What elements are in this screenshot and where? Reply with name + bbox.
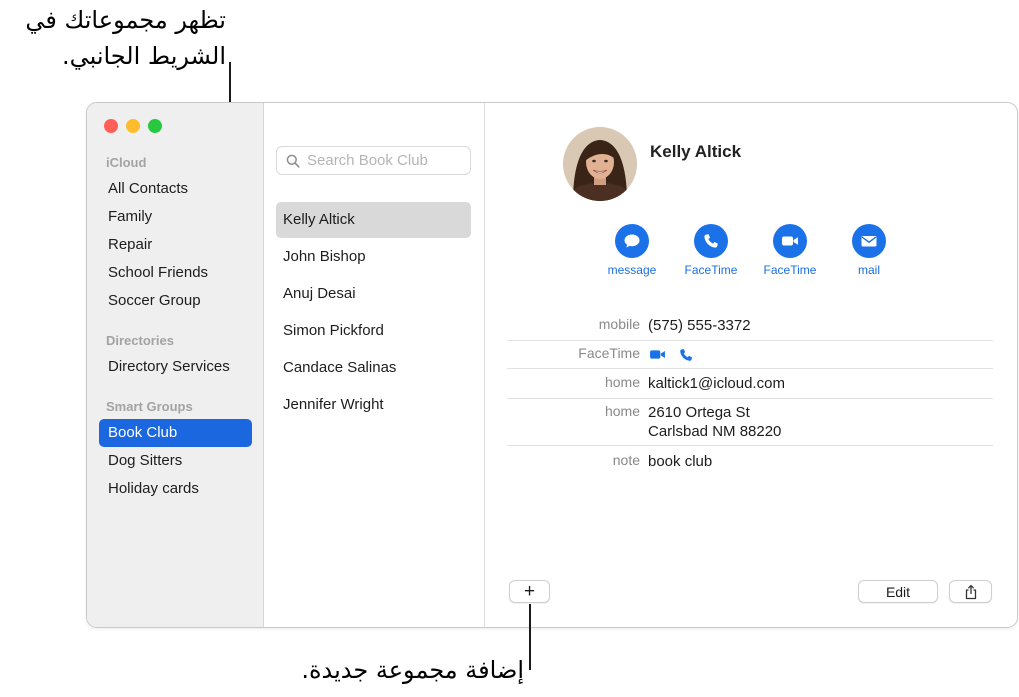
- avatar: [563, 127, 637, 201]
- video-camera-icon: [782, 236, 798, 246]
- add-group-button[interactable]: +: [509, 580, 550, 603]
- window-controls: [104, 119, 162, 133]
- field-row-note: note book club: [507, 452, 993, 476]
- contact-item-simon-pickford[interactable]: Simon Pickford: [276, 313, 471, 349]
- facetime-audio-action-button[interactable]: FaceTime: [666, 224, 756, 277]
- sidebar-item-directory-services[interactable]: Directory Services: [99, 353, 252, 381]
- message-bubble-icon: [624, 234, 640, 248]
- contact-name: Kelly Altick: [650, 142, 742, 161]
- address-line-2: Carlsbad NM 88220: [648, 423, 782, 440]
- mail-action-label: mail: [857, 263, 880, 277]
- sidebar-section-icloud: iCloud: [106, 155, 147, 170]
- contact-item-john-bishop[interactable]: John Bishop: [276, 239, 471, 275]
- magnifying-glass-icon: [286, 154, 300, 168]
- close-window-button[interactable]: [104, 119, 118, 133]
- field-value-mobile[interactable]: (575) 555-3372: [648, 316, 751, 335]
- contact-item-jennifer-wright[interactable]: Jennifer Wright: [276, 387, 471, 423]
- contact-item-anuj-desai[interactable]: Anuj Desai: [276, 276, 471, 312]
- envelope-icon: [861, 236, 877, 247]
- callout-leader-line: [529, 604, 531, 670]
- share-icon: [965, 584, 976, 599]
- field-label-mobile: mobile: [598, 316, 640, 332]
- mail-action-button[interactable]: mail: [824, 224, 914, 277]
- sidebar-item-book-club[interactable]: Book Club: [99, 419, 252, 447]
- search-field[interactable]: [276, 146, 471, 175]
- video-camera-icon[interactable]: [648, 348, 667, 361]
- sidebar-item-school-friends[interactable]: School Friends: [99, 259, 252, 287]
- field-label-note: note: [612, 452, 640, 468]
- contact-detail-pane: Kelly Altick message FaceTime FaceTime m…: [485, 103, 1017, 627]
- edit-button[interactable]: Edit: [858, 580, 938, 603]
- facetime-video-action-label: FaceTime: [763, 263, 817, 277]
- facetime-video-action-button[interactable]: FaceTime: [745, 224, 835, 277]
- sidebar-section-smart-groups: Smart Groups: [106, 399, 193, 414]
- message-action-button[interactable]: message: [587, 224, 677, 277]
- sidebar-item-dog-sitters[interactable]: Dog Sitters: [99, 447, 252, 475]
- field-label-email: home: [604, 374, 640, 390]
- sidebar-item-repair[interactable]: Repair: [99, 231, 252, 259]
- facetime-audio-action-label: FaceTime: [684, 263, 738, 277]
- field-row-address: home 2610 Ortega St Carlsbad NM 88220: [507, 403, 993, 446]
- contact-item-candace-salinas[interactable]: Candace Salinas: [276, 350, 471, 386]
- sidebar-item-family[interactable]: Family: [99, 203, 252, 231]
- field-row-mobile: mobile (575) 555-3372: [507, 316, 993, 341]
- contact-list-pane: Kelly Altick John Bishop Anuj Desai Simo…: [264, 103, 485, 627]
- search-input[interactable]: [307, 147, 467, 174]
- contacts-window: iCloud All Contacts Family Repair School…: [86, 102, 1018, 628]
- phone-icon[interactable]: [679, 348, 693, 362]
- zoom-window-button[interactable]: [148, 119, 162, 133]
- message-action-label: message: [607, 263, 657, 277]
- sidebar-item-soccer-group[interactable]: Soccer Group: [99, 287, 252, 315]
- field-row-facetime: FaceTime: [507, 345, 993, 369]
- phone-icon: [704, 234, 718, 248]
- contact-item-kelly-altick[interactable]: Kelly Altick: [276, 202, 471, 238]
- field-row-email: home kaltick1@icloud.com: [507, 374, 993, 399]
- sidebar-section-directories: Directories: [106, 333, 174, 348]
- field-value-note[interactable]: book club: [648, 452, 712, 471]
- sidebar-item-holiday-cards[interactable]: Holiday cards: [99, 475, 252, 503]
- sidebar-item-all-contacts[interactable]: All Contacts: [99, 175, 252, 203]
- minimize-window-button[interactable]: [126, 119, 140, 133]
- field-value-address[interactable]: 2610 Ortega St Carlsbad NM 88220: [648, 403, 781, 441]
- field-label-address: home: [604, 403, 640, 419]
- address-line-1: 2610 Ortega St: [648, 404, 750, 421]
- field-value-email[interactable]: kaltick1@icloud.com: [648, 374, 785, 393]
- field-label-facetime: FaceTime: [578, 345, 640, 361]
- sidebar-groups-callout: تظهر مجموعاتك في الشريط الجانبي.: [25, 6, 226, 70]
- add-group-callout: إضافة مجموعة جديدة.: [301, 656, 524, 684]
- sidebar: iCloud All Contacts Family Repair School…: [87, 103, 264, 627]
- share-button[interactable]: [949, 580, 992, 603]
